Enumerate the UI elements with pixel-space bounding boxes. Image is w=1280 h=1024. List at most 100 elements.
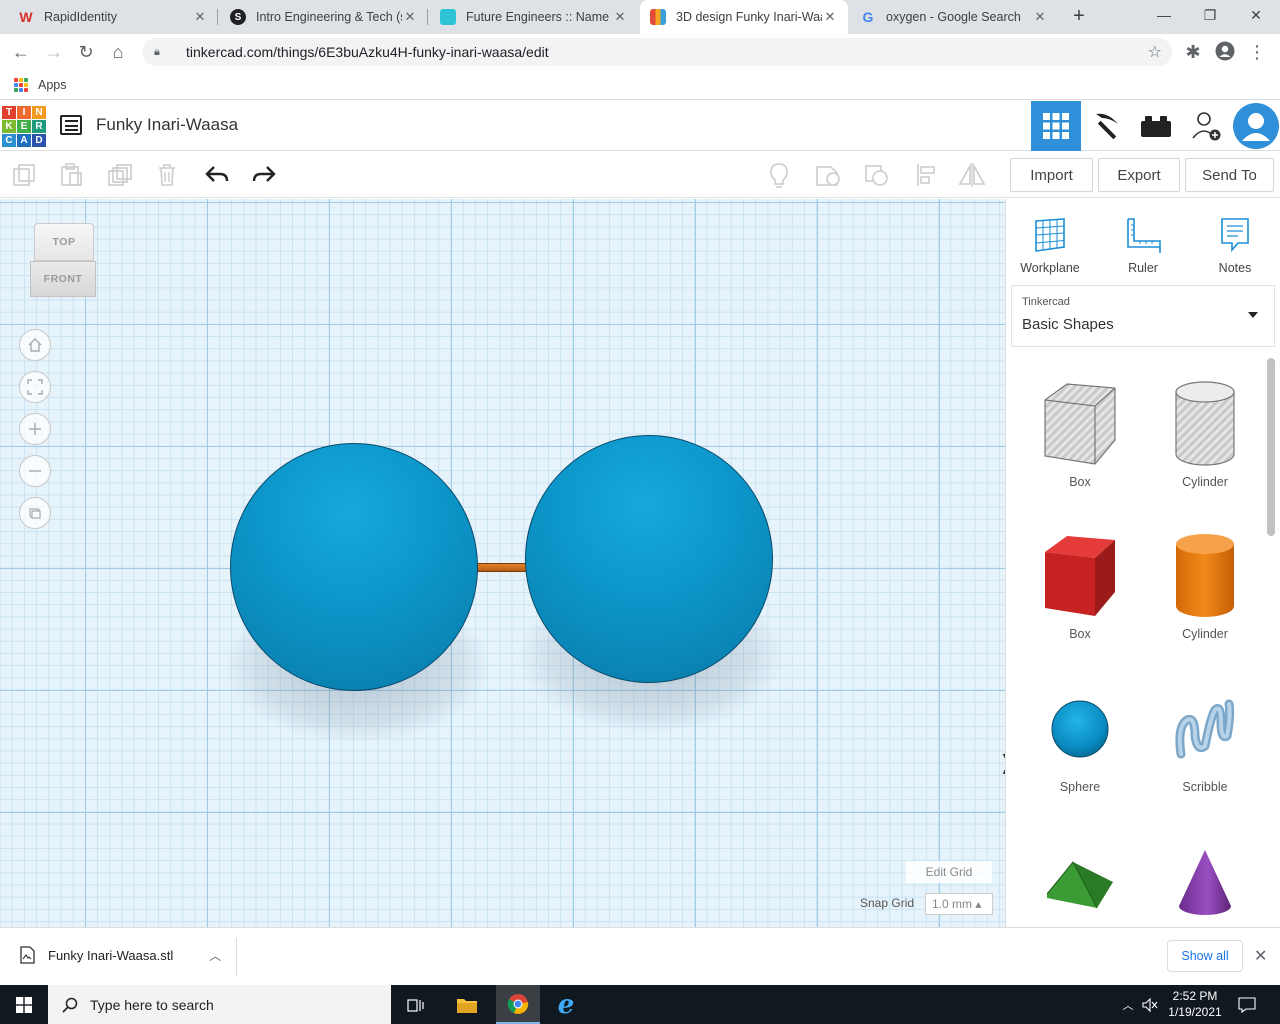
ruler-tool[interactable]: Ruler [1107,213,1179,275]
shape-box[interactable]: Box [1030,531,1130,641]
notes-tool[interactable]: Notes [1199,213,1271,275]
close-tab-icon[interactable]: ✕ [1032,9,1048,25]
apps-grid-icon[interactable] [14,77,28,92]
restore-icon[interactable]: ❐ [1198,4,1222,26]
volume-muted-icon[interactable] [1140,985,1160,1024]
account-button[interactable] [1231,101,1280,151]
logo-letter: E [17,120,31,133]
windows-start-icon[interactable] [0,985,48,1024]
task-view-icon[interactable] [400,985,432,1024]
blue-sphere-left[interactable] [230,443,478,691]
view-cube-front[interactable]: FRONT [30,261,96,297]
notifications-icon[interactable] [1232,985,1262,1024]
profile-icon[interactable] [1214,41,1236,63]
browser-tab[interactable]: W RapidIdentity ✕ [8,0,218,34]
browser-tab-active[interactable]: 3D design Funky Inari-Waa ✕ [640,0,848,34]
apps-bookmark[interactable]: Apps [38,78,67,92]
taskbar-search-input[interactable]: Type here to search [48,985,391,1024]
design-title[interactable]: Funky Inari-Waasa [96,115,238,135]
ortho-cube-icon [29,508,41,519]
duplicate-button[interactable] [105,160,135,190]
shape-cylinder[interactable]: Cylinder [1155,531,1255,641]
close-tab-icon[interactable]: ✕ [612,9,628,25]
shape-roof[interactable] [1030,837,1130,927]
close-window-icon[interactable]: ✕ [1244,4,1268,26]
chrome-taskbar-icon[interactable] [496,985,540,1024]
import-button[interactable]: Import [1010,158,1093,192]
copy-button[interactable] [9,160,39,190]
send-to-button[interactable]: Send To [1185,158,1274,192]
design-list-icon[interactable] [60,115,82,135]
shape-scribble[interactable]: Scribble [1155,684,1255,794]
back-arrow-icon[interactable]: ← [10,41,32,63]
purple-cone-icon [1179,850,1231,915]
shape-label: Sphere [1059,780,1101,794]
system-clock[interactable]: 2:52 PM 1/19/2021 [1160,988,1230,1020]
fit-view-button[interactable] [19,371,51,403]
show-all-downloads-button[interactable]: Show all [1167,940,1243,972]
shape-cone[interactable] [1155,837,1255,927]
browser-tab[interactable]: Future Engineers :: Name th ✕ [430,0,638,34]
shape-cylinder-hole[interactable]: Cylinder [1155,379,1255,489]
close-tab-icon[interactable]: ✕ [192,9,208,25]
delete-button[interactable] [152,160,182,190]
download-item[interactable]: Funky Inari-Waasa.stl ︿ [18,946,221,964]
collapse-panel-chevron-icon[interactable]: ❭ [998,751,1005,775]
sphere-icon [1051,700,1109,758]
ungroup-button[interactable] [862,160,892,190]
undo-button[interactable] [202,160,232,190]
blue-sphere-right[interactable] [525,435,773,683]
orange-cylinder-rod[interactable] [476,563,530,572]
lego-bricks-button[interactable] [1131,101,1181,151]
browser-menu-icon[interactable]: ⋮ [1246,41,1268,63]
extensions-puzzle-icon[interactable]: ✱ [1182,41,1204,63]
zoom-out-button[interactable] [19,455,51,487]
redo-button[interactable] [249,160,279,190]
address-bar[interactable]: 🔒︎ tinkercad.com/things/6E3buAzku4H-funk… [142,38,1172,66]
zoom-in-button[interactable] [19,413,51,445]
forward-arrow-icon[interactable]: → [43,41,65,63]
home-icon[interactable]: ⌂ [107,41,129,63]
bookmark-star-icon[interactable]: ☆ [1148,42,1162,62]
align-button[interactable] [911,160,941,190]
invite-user-button[interactable] [1181,101,1231,151]
export-button[interactable]: Export [1098,158,1180,192]
notes-tool-label: Notes [1218,261,1252,275]
notes-lightbulb-button[interactable] [764,160,794,190]
snap-grid-select[interactable]: 1.0 mm ▴ [925,893,993,915]
edit-grid-button[interactable]: Edit Grid [906,861,992,883]
close-downloads-icon[interactable]: ✕ [1254,946,1267,966]
internet-explorer-icon[interactable]: e [548,985,584,1024]
3d-view-button[interactable] [1031,101,1081,151]
download-file-name: Funky Inari-Waasa.stl [48,947,174,963]
shape-sphere[interactable]: Sphere [1030,684,1130,794]
new-tab-icon[interactable]: + [1068,5,1090,27]
view-cube[interactable]: TOP FRONT [30,223,98,301]
workplane-canvas[interactable]: TOP FRONT Edit Grid Snap Grid 1.0 mm ▴ ❭ [0,199,1005,927]
paste-button[interactable] [56,160,86,190]
perspective-toggle-button[interactable] [19,497,51,529]
file-explorer-icon[interactable] [449,985,485,1024]
minimize-icon[interactable]: — [1152,4,1176,26]
shape-box-hole[interactable]: Box [1030,379,1130,489]
browser-tab[interactable]: G oxygen - Google Search ✕ [850,0,1058,34]
close-tab-icon[interactable]: ✕ [402,9,418,25]
search-placeholder: Type here to search [90,996,214,1013]
shapes-panel-scrollbar[interactable] [1267,358,1275,536]
codeblocks-button[interactable] [1081,101,1131,151]
ruler-tool-label: Ruler [1128,261,1158,275]
edit-toolbar [0,152,1005,198]
close-tab-icon[interactable]: ✕ [822,9,838,25]
home-view-button[interactable] [19,329,51,361]
workplane-tool[interactable]: Workplane [1014,213,1086,275]
browser-tab[interactable]: S Intro Engineering & Tech (sc ✕ [220,0,428,34]
chevron-up-icon[interactable]: ︿ [209,947,221,964]
mirror-button[interactable] [957,160,987,190]
reload-icon[interactable]: ↻ [75,41,97,63]
tinkercad-logo[interactable]: T I N K E R C A D [2,106,46,148]
tinkercad-header: T I N K E R C A D Funky Inari-Waasa [0,101,1280,151]
shape-library-select[interactable]: Tinkercad Basic Shapes [1011,285,1275,347]
view-cube-top[interactable]: TOP [34,223,94,261]
tray-chevron-up-icon[interactable]: ︿ [1118,985,1138,1024]
group-button[interactable] [813,160,843,190]
